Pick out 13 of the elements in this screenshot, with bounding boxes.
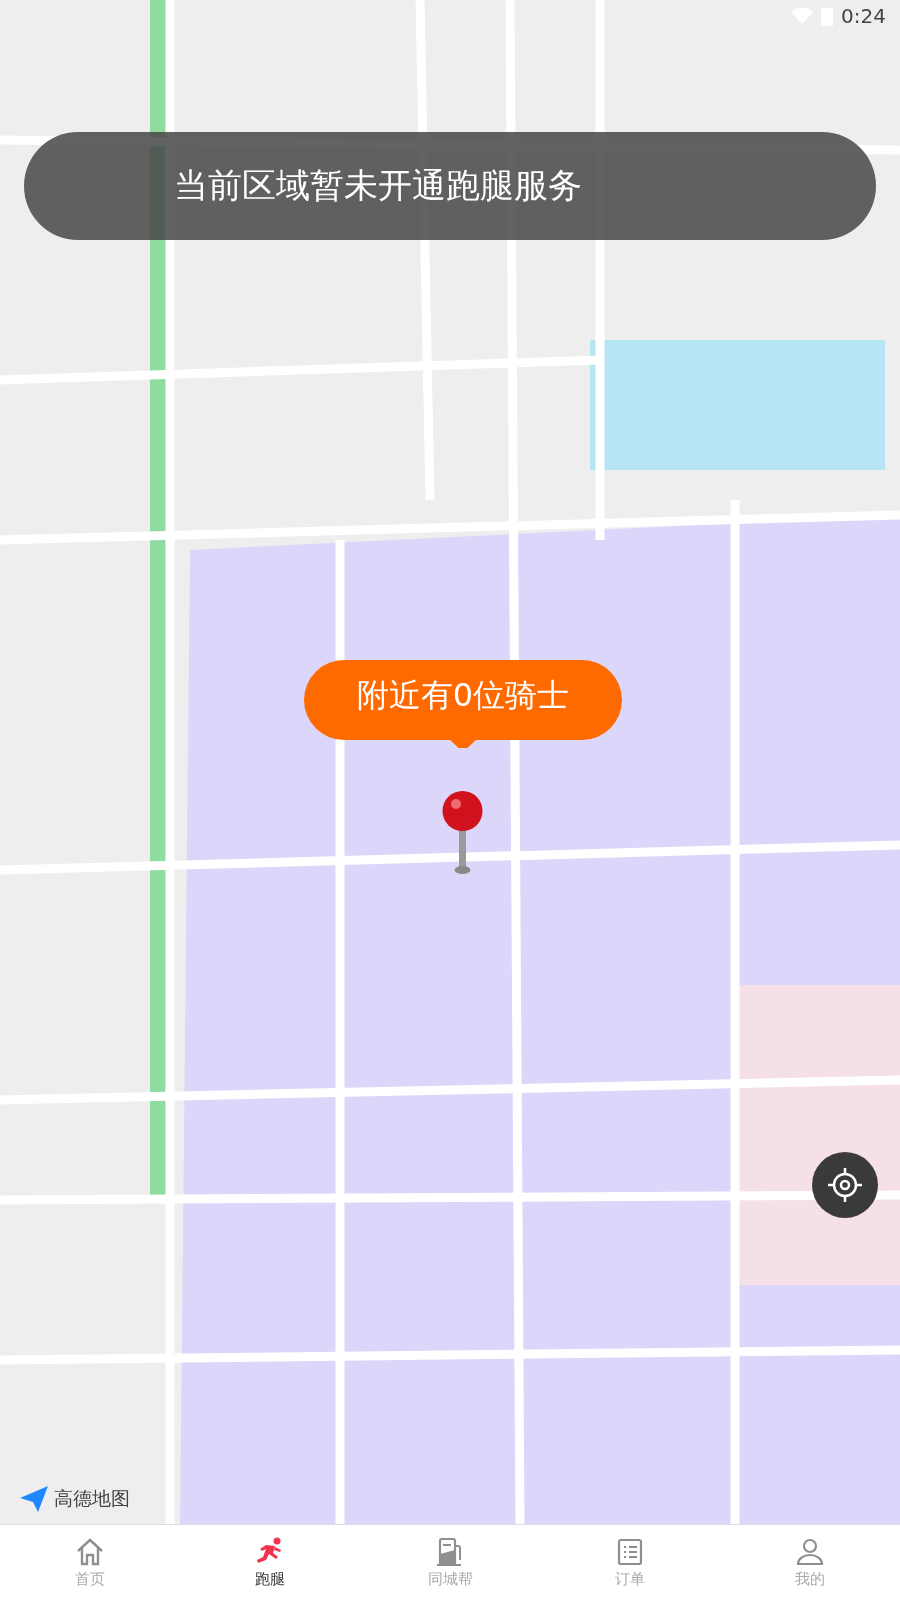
paper-plane-icon <box>18 1484 50 1514</box>
map-pin-icon <box>440 790 485 875</box>
status-time: 0:24 <box>841 4 886 28</box>
person-icon <box>794 1536 826 1568</box>
toast-message: 当前区域暂未开通跑腿服务 <box>24 132 876 240</box>
map-logo-text: 高德地图 <box>54 1486 130 1511</box>
crosshair-icon <box>826 1166 864 1204</box>
tab-item[interactable]: 跑腿 <box>180 1525 360 1600</box>
tab-item[interactable]: 同城帮 <box>360 1525 540 1600</box>
tab-item[interactable]: 首页 <box>0 1525 180 1600</box>
tab-item[interactable]: 订单 <box>540 1525 720 1600</box>
tab-item[interactable]: 我的 <box>720 1525 900 1600</box>
rider-count-label: 附近有0位骑士 <box>355 675 571 716</box>
